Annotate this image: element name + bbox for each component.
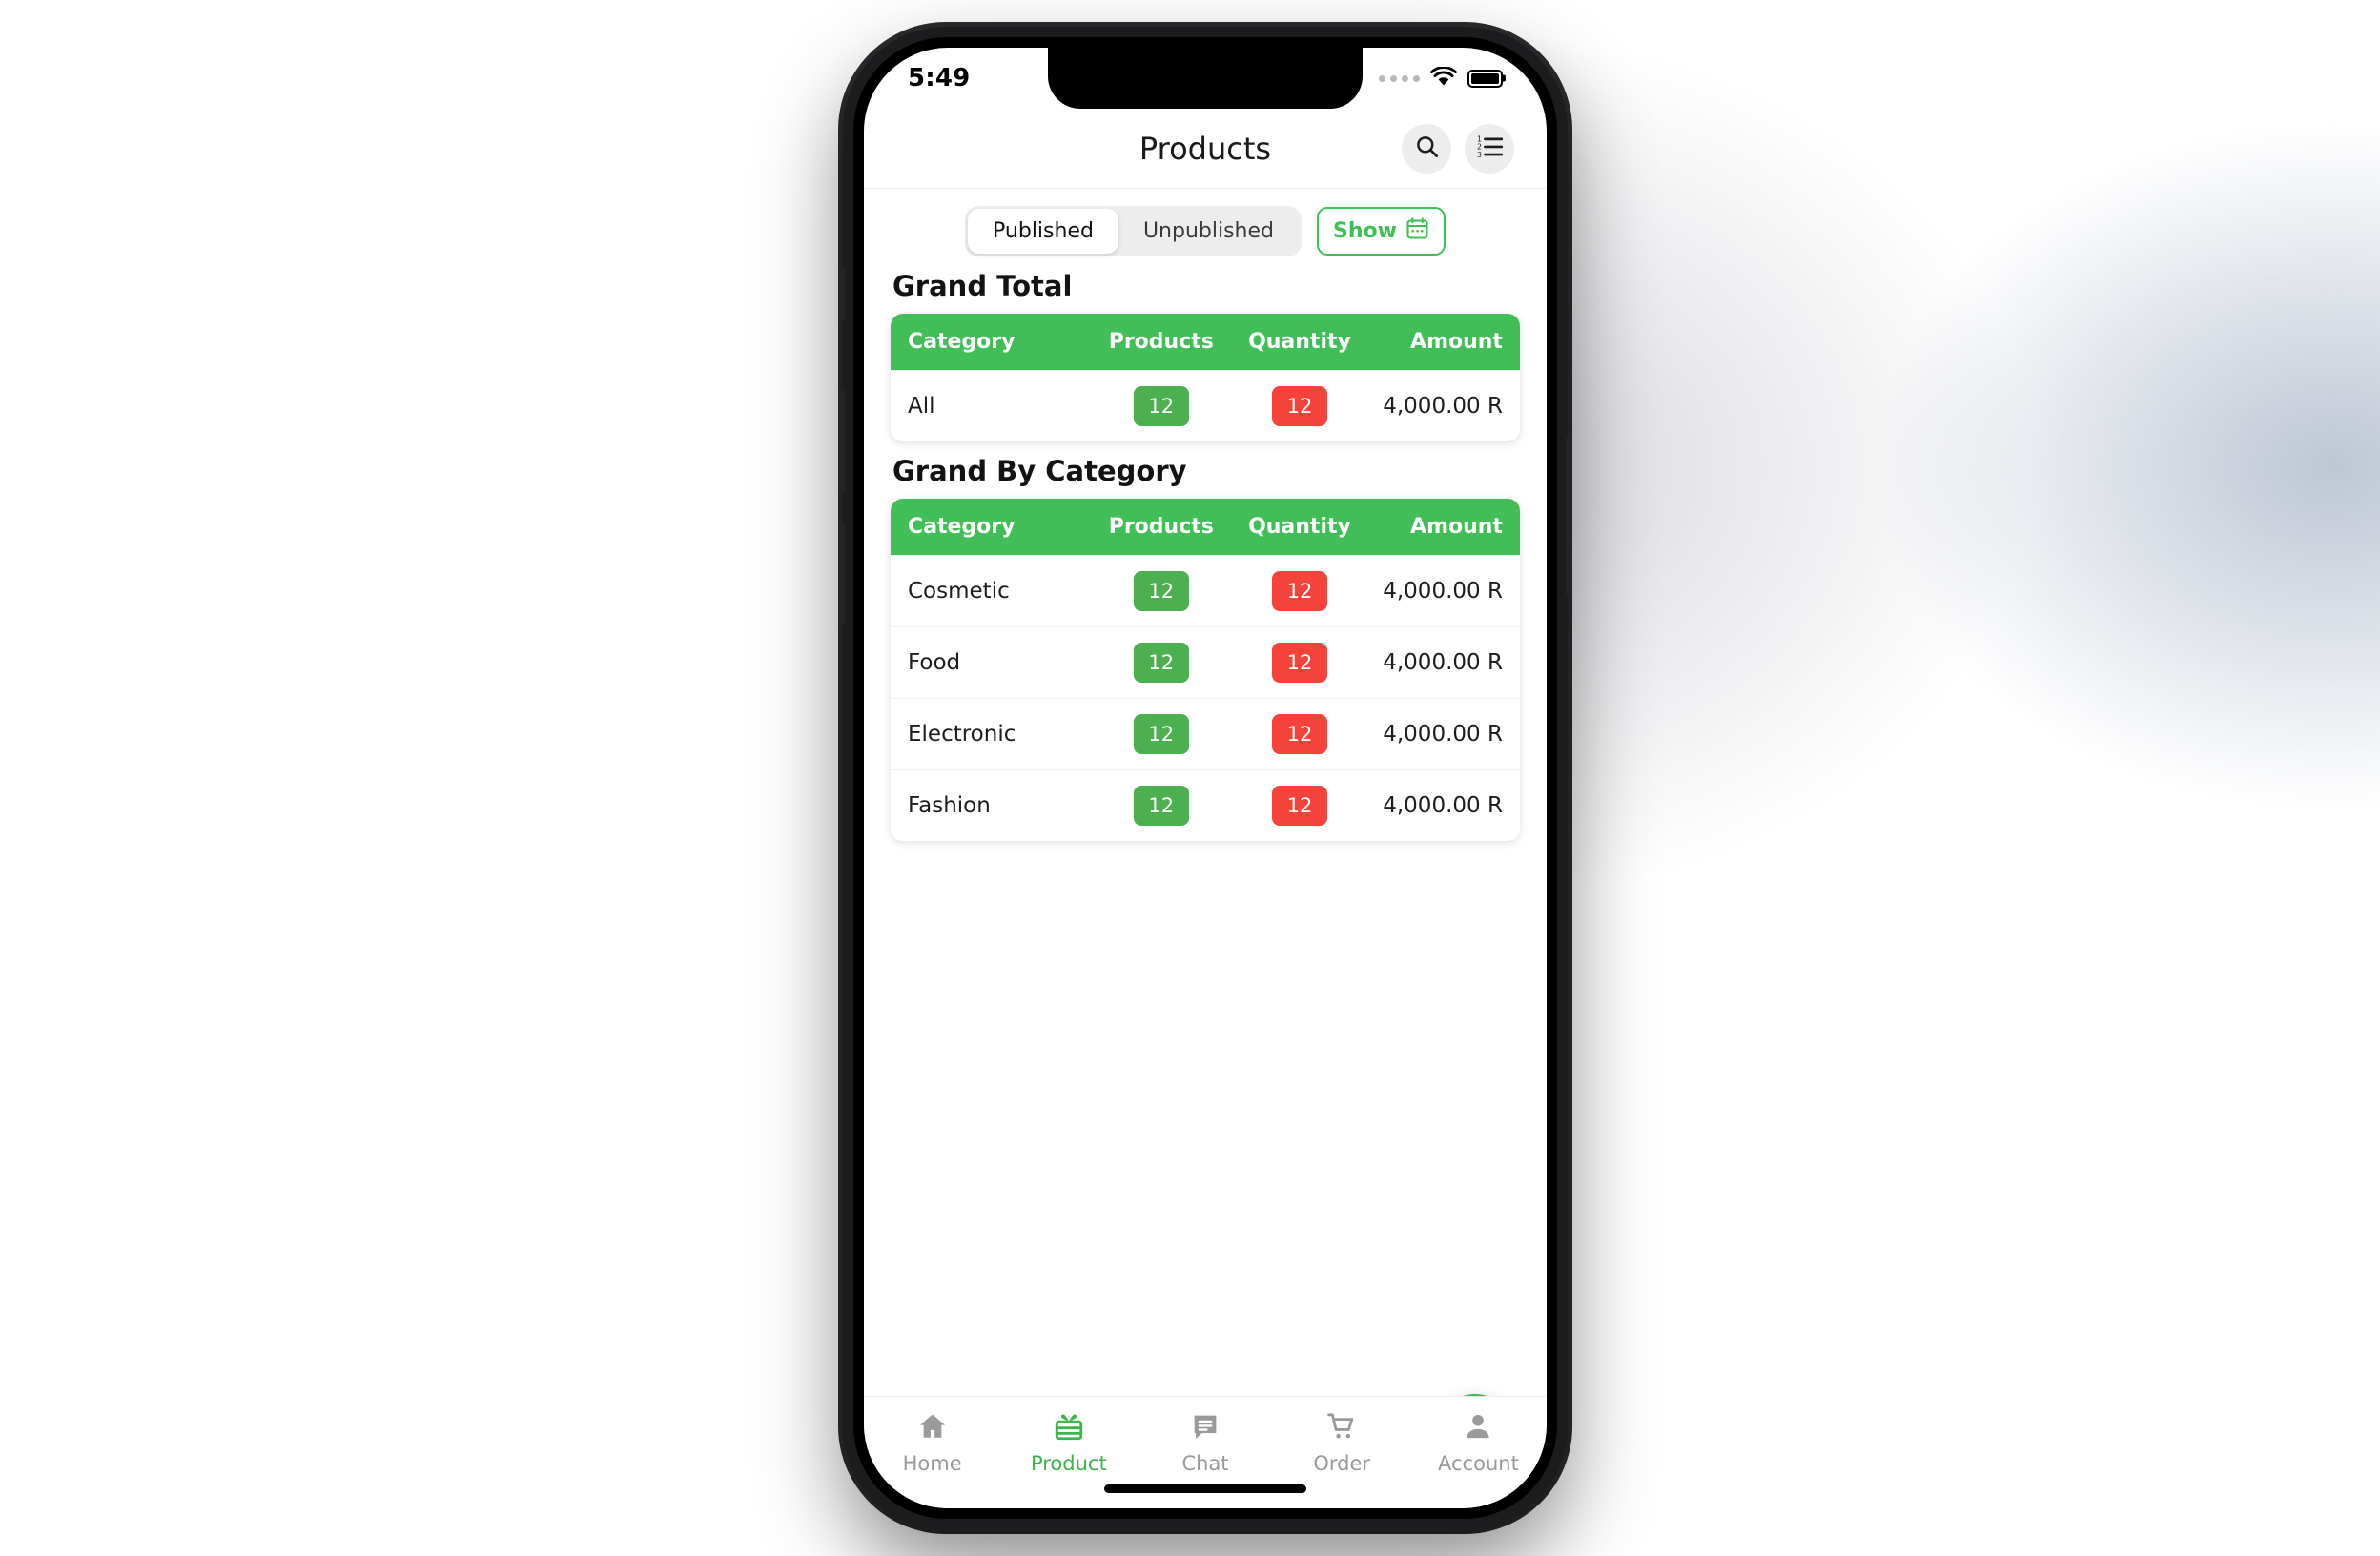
phone-screen: 5:49 Products 1 2 3 Published Unpublishe… [864,48,1547,1508]
chat-icon [1189,1410,1221,1446]
table-header-row: Category Products Quantity Amount [891,499,1520,555]
cell-products: 12 [1092,786,1230,826]
calendar-icon [1405,216,1429,246]
nav-label: Chat [1181,1452,1229,1475]
search-button[interactable] [1402,123,1451,174]
column-header-amount: Amount [1410,330,1503,354]
battery-full-icon [1467,69,1503,88]
cell-category: Fashion [908,793,991,818]
cell-category: Cosmetic [908,579,1010,604]
cell-quantity: 12 [1230,386,1368,426]
cell-category: Electronic [908,722,1016,747]
grand-total-title: Grand Total [892,270,1073,302]
phone-frame: 5:49 Products 1 2 3 Published Unpublishe… [838,27,1572,1529]
phone-bezel: 5:49 Products 1 2 3 Published Unpublishe… [853,37,1557,1519]
column-header-category: Category [908,330,1016,354]
table-row[interactable]: Fashion 12 12 4,000.00 R [891,769,1520,841]
quantity-badge: 12 [1271,571,1327,611]
cart-icon [1325,1410,1358,1446]
segment-unpublished[interactable]: Unpublished [1118,209,1299,254]
cell-products: 12 [1092,386,1230,426]
show-date-filter-button[interactable]: Show [1317,207,1446,256]
column-header-products: Products [1108,330,1214,354]
numbered-list-icon: 1 2 3 [1477,133,1503,163]
products-badge: 12 [1133,571,1189,611]
nav-item-home[interactable]: Home [864,1410,1000,1475]
svg-text:3: 3 [1477,151,1482,159]
grand-by-category-title: Grand By Category [892,455,1187,487]
app-bar: Products 1 2 3 [864,109,1547,189]
table-row[interactable]: Food 12 12 4,000.00 R [891,626,1520,698]
table-row[interactable]: All 12 12 4,000.00 R [891,370,1520,441]
column-header-category: Category [908,515,1016,539]
nav-item-order[interactable]: Order [1274,1410,1410,1475]
products-badge: 12 [1133,386,1189,426]
grand-total-table: Category Products Quantity Amount All 12… [891,314,1520,441]
cell-products: 12 [1092,714,1230,754]
cell-products: 12 [1092,571,1230,611]
signal-dots-icon [1379,74,1420,82]
column-header-quantity: Quantity [1248,515,1351,539]
status-bar: 5:49 [864,48,1547,109]
power-button[interactable] [1566,437,1572,595]
mute-switch-button[interactable] [839,267,845,322]
quantity-badge: 12 [1271,643,1327,683]
nav-label: Account [1438,1452,1519,1475]
nav-item-product[interactable]: Product [1000,1410,1137,1475]
person-icon [1462,1410,1494,1446]
show-button-label: Show [1333,219,1397,243]
cell-category: All [908,394,935,419]
page-content: Published Unpublished Show Grand Total C… [864,189,1547,1508]
products-badge: 12 [1133,714,1189,754]
cell-amount: 4,000.00 R [1383,793,1503,818]
numbered-list-button[interactable]: 1 2 3 [1465,123,1514,174]
table-header-row: Category Products Quantity Amount [891,314,1520,370]
table-row[interactable]: Electronic 12 12 4,000.00 R [891,698,1520,769]
nav-label: Product [1030,1452,1107,1475]
status-time: 5:49 [908,64,971,92]
segment-published[interactable]: Published [968,209,1118,254]
cell-products: 12 [1092,643,1230,683]
cell-amount: 4,000.00 R [1383,394,1503,419]
publish-status-segmented-control: Published Unpublished [965,206,1303,256]
cell-quantity: 12 [1230,714,1368,754]
quantity-badge: 12 [1271,786,1327,826]
table-row[interactable]: Cosmetic 12 12 4,000.00 R [891,555,1520,626]
wifi-icon [1430,65,1457,91]
cell-quantity: 12 [1230,643,1368,683]
cell-amount: 4,000.00 R [1383,650,1503,675]
quantity-badge: 12 [1271,386,1327,426]
cell-quantity: 12 [1230,571,1368,611]
products-badge: 12 [1133,786,1189,826]
cell-amount: 4,000.00 R [1383,579,1503,604]
nav-item-chat[interactable]: Chat [1137,1410,1273,1475]
nav-label: Order [1313,1452,1371,1475]
column-header-products: Products [1108,515,1214,539]
status-indicators [1379,65,1503,91]
app-bar-actions: 1 2 3 [1402,123,1514,174]
column-header-amount: Amount [1410,515,1503,539]
column-header-quantity: Quantity [1248,330,1351,354]
quantity-badge: 12 [1271,714,1327,754]
volume-down-button[interactable] [838,522,845,625]
products-badge: 12 [1133,643,1189,683]
cell-amount: 4,000.00 R [1383,722,1503,747]
nav-item-account[interactable]: Account [1410,1410,1547,1475]
gift-box-icon [1053,1410,1085,1446]
grand-by-category-table: Category Products Quantity Amount Cosmet… [891,499,1520,841]
cell-quantity: 12 [1230,786,1368,826]
search-icon [1414,133,1440,163]
volume-up-button[interactable] [838,389,845,492]
home-icon [916,1410,949,1446]
nav-label: Home [902,1452,962,1475]
filter-row: Published Unpublished Show [891,206,1520,256]
cell-category: Food [908,650,961,675]
home-indicator [1104,1484,1306,1493]
